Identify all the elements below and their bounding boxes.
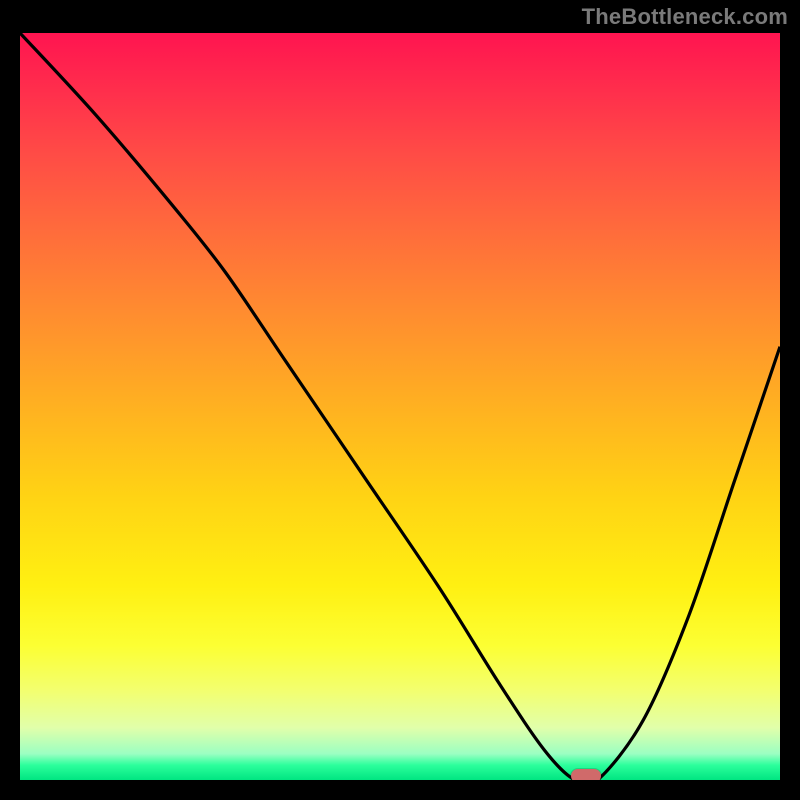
watermark-label: TheBottleneck.com bbox=[582, 4, 788, 30]
chart-root: TheBottleneck.com bbox=[0, 0, 800, 800]
optimal-marker bbox=[571, 769, 601, 780]
plot-frame bbox=[20, 33, 780, 780]
bottleneck-curve bbox=[20, 33, 780, 780]
plot-area bbox=[20, 33, 780, 780]
